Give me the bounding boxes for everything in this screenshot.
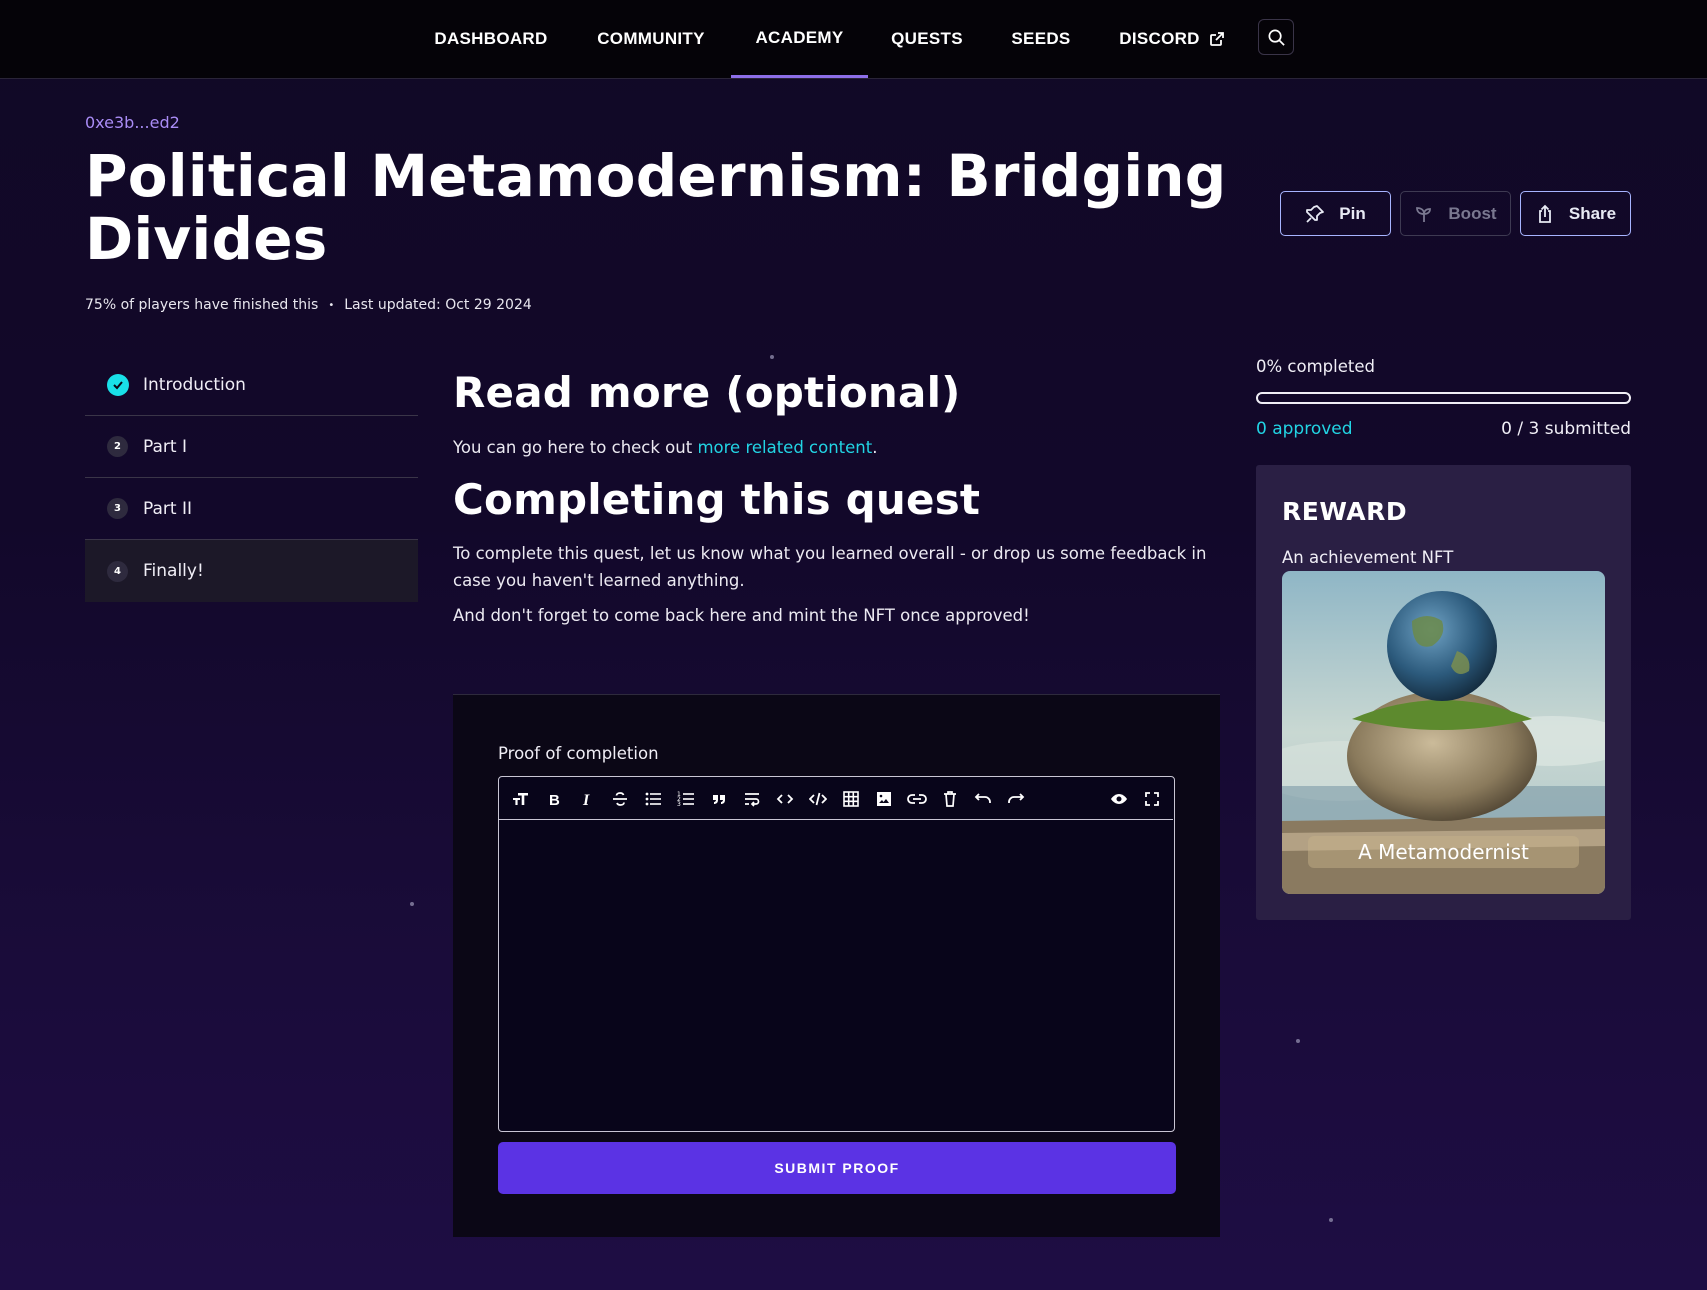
image-icon[interactable] bbox=[873, 788, 895, 810]
step-label: Part I bbox=[143, 436, 187, 457]
svg-text:B: B bbox=[549, 792, 560, 807]
share-button[interactable]: Share bbox=[1520, 191, 1631, 236]
step-part-1[interactable]: 2 Part I bbox=[85, 416, 418, 478]
boost-button[interactable]: Boost bbox=[1400, 191, 1511, 236]
read-more-text: You can go here to check out more relate… bbox=[453, 434, 1213, 461]
svg-text:I: I bbox=[582, 792, 590, 807]
step-label: Introduction bbox=[143, 374, 246, 395]
bold-icon[interactable]: B bbox=[543, 788, 565, 810]
read-more-prefix: You can go here to check out bbox=[453, 438, 698, 457]
nav-label: COMMUNITY bbox=[597, 29, 705, 48]
step-part-2[interactable]: 3 Part II bbox=[85, 478, 418, 540]
reward-subtitle: An achievement NFT bbox=[1282, 548, 1454, 567]
code-block-icon[interactable] bbox=[807, 788, 829, 810]
quest-steps: Introduction 2 Part I 3 Part II 4 Finall… bbox=[85, 354, 418, 602]
nft-image: A Metamodernist bbox=[1282, 571, 1605, 894]
nav-community[interactable]: COMMUNITY bbox=[588, 0, 714, 78]
link-icon[interactable] bbox=[906, 788, 928, 810]
nav-label: QUESTS bbox=[891, 29, 963, 48]
external-link-icon bbox=[1209, 32, 1224, 46]
nav-academy[interactable]: ACADEMY bbox=[731, 0, 868, 78]
editor-toolbar: B I 123 bbox=[499, 777, 1173, 820]
completing-paragraph-1: To complete this quest, let us know what… bbox=[453, 544, 1207, 590]
code-icon[interactable] bbox=[774, 788, 796, 810]
redo-icon[interactable] bbox=[1005, 788, 1027, 810]
preview-icon[interactable] bbox=[1108, 788, 1130, 810]
undo-icon[interactable] bbox=[972, 788, 994, 810]
pin-button[interactable]: Pin bbox=[1280, 191, 1391, 236]
read-more-suffix: . bbox=[872, 438, 878, 457]
share-label: Share bbox=[1568, 203, 1617, 223]
nav-label: DASHBOARD bbox=[434, 29, 548, 48]
completing-paragraph-2: And don't forget to come back here and m… bbox=[453, 606, 1030, 625]
search-button[interactable] bbox=[1258, 19, 1294, 55]
step-number: 3 bbox=[107, 498, 128, 519]
step-introduction[interactable]: Introduction bbox=[85, 354, 418, 416]
proof-label: Proof of completion bbox=[498, 744, 659, 763]
svg-text:3: 3 bbox=[677, 801, 681, 808]
top-nav: DASHBOARD COMMUNITY ACADEMY QUESTS SEEDS… bbox=[0, 0, 1707, 79]
read-more-heading: Read more (optional) bbox=[453, 368, 961, 417]
completion-percent: 0% completed bbox=[1256, 357, 1375, 376]
proof-editor-textarea[interactable] bbox=[499, 820, 1173, 1130]
related-content-link[interactable]: more related content bbox=[697, 438, 872, 457]
sprout-icon bbox=[1416, 206, 1432, 222]
background-star bbox=[410, 902, 414, 906]
boost-label: Boost bbox=[1448, 203, 1497, 223]
quote-icon[interactable] bbox=[708, 788, 730, 810]
meta-separator: • bbox=[328, 299, 335, 311]
table-icon[interactable] bbox=[840, 788, 862, 810]
nav-dashboard[interactable]: DASHBOARD bbox=[429, 0, 553, 78]
check-icon bbox=[107, 373, 129, 396]
step-number: 4 bbox=[107, 560, 128, 582]
submitted-count: 0 / 3 submitted bbox=[1501, 419, 1631, 439]
search-icon bbox=[1268, 29, 1285, 46]
italic-icon[interactable]: I bbox=[576, 788, 598, 810]
background-star bbox=[770, 355, 774, 359]
completing-heading: Completing this quest bbox=[453, 475, 981, 524]
heading-icon[interactable] bbox=[510, 788, 532, 810]
clear-icon[interactable] bbox=[939, 788, 961, 810]
approved-count[interactable]: 0 approved bbox=[1256, 419, 1353, 439]
quest-meta: 75% of players have finished this • Last… bbox=[85, 297, 532, 313]
fullscreen-icon[interactable] bbox=[1141, 788, 1163, 810]
progress-bar bbox=[1256, 392, 1631, 404]
last-updated: Last updated: Oct 29 2024 bbox=[344, 297, 532, 313]
strikethrough-icon[interactable] bbox=[609, 788, 631, 810]
nav-label: ACADEMY bbox=[755, 27, 844, 47]
nav-seeds[interactable]: SEEDS bbox=[1006, 0, 1076, 78]
author-address[interactable]: 0xe3b...ed2 bbox=[85, 113, 180, 132]
markdown-editor: B I 123 bbox=[498, 776, 1175, 1132]
nft-name: A Metamodernist bbox=[1308, 836, 1579, 868]
step-finally[interactable]: 4 Finally! bbox=[85, 540, 418, 602]
bullet-list-icon[interactable] bbox=[642, 788, 664, 810]
nav-label: SEEDS bbox=[1011, 29, 1071, 48]
step-label: Finally! bbox=[143, 561, 204, 581]
line-break-icon[interactable] bbox=[741, 788, 763, 810]
page-title: Political Metamodernism: Bridging Divide… bbox=[85, 142, 1227, 273]
ordered-list-icon[interactable]: 123 bbox=[675, 788, 697, 810]
nav-discord[interactable]: DISCORD bbox=[1118, 0, 1226, 78]
players-finished: 75% of players have finished this bbox=[85, 297, 319, 313]
nav-label: DISCORD bbox=[1119, 29, 1200, 48]
background-star bbox=[1296, 1039, 1300, 1043]
step-label: Part II bbox=[143, 498, 192, 519]
reward-title: REWARD bbox=[1282, 497, 1408, 526]
reward-card: REWARD An achievement NFT A Metamodernis… bbox=[1256, 465, 1631, 920]
share-icon bbox=[1538, 204, 1551, 223]
submit-proof-button[interactable]: SUBMIT PROOF bbox=[498, 1142, 1176, 1194]
pin-icon bbox=[1306, 204, 1325, 223]
nav-quests[interactable]: QUESTS bbox=[885, 0, 969, 78]
step-number: 2 bbox=[107, 436, 128, 457]
pin-label: Pin bbox=[1339, 203, 1366, 223]
background-star bbox=[1329, 1218, 1333, 1222]
